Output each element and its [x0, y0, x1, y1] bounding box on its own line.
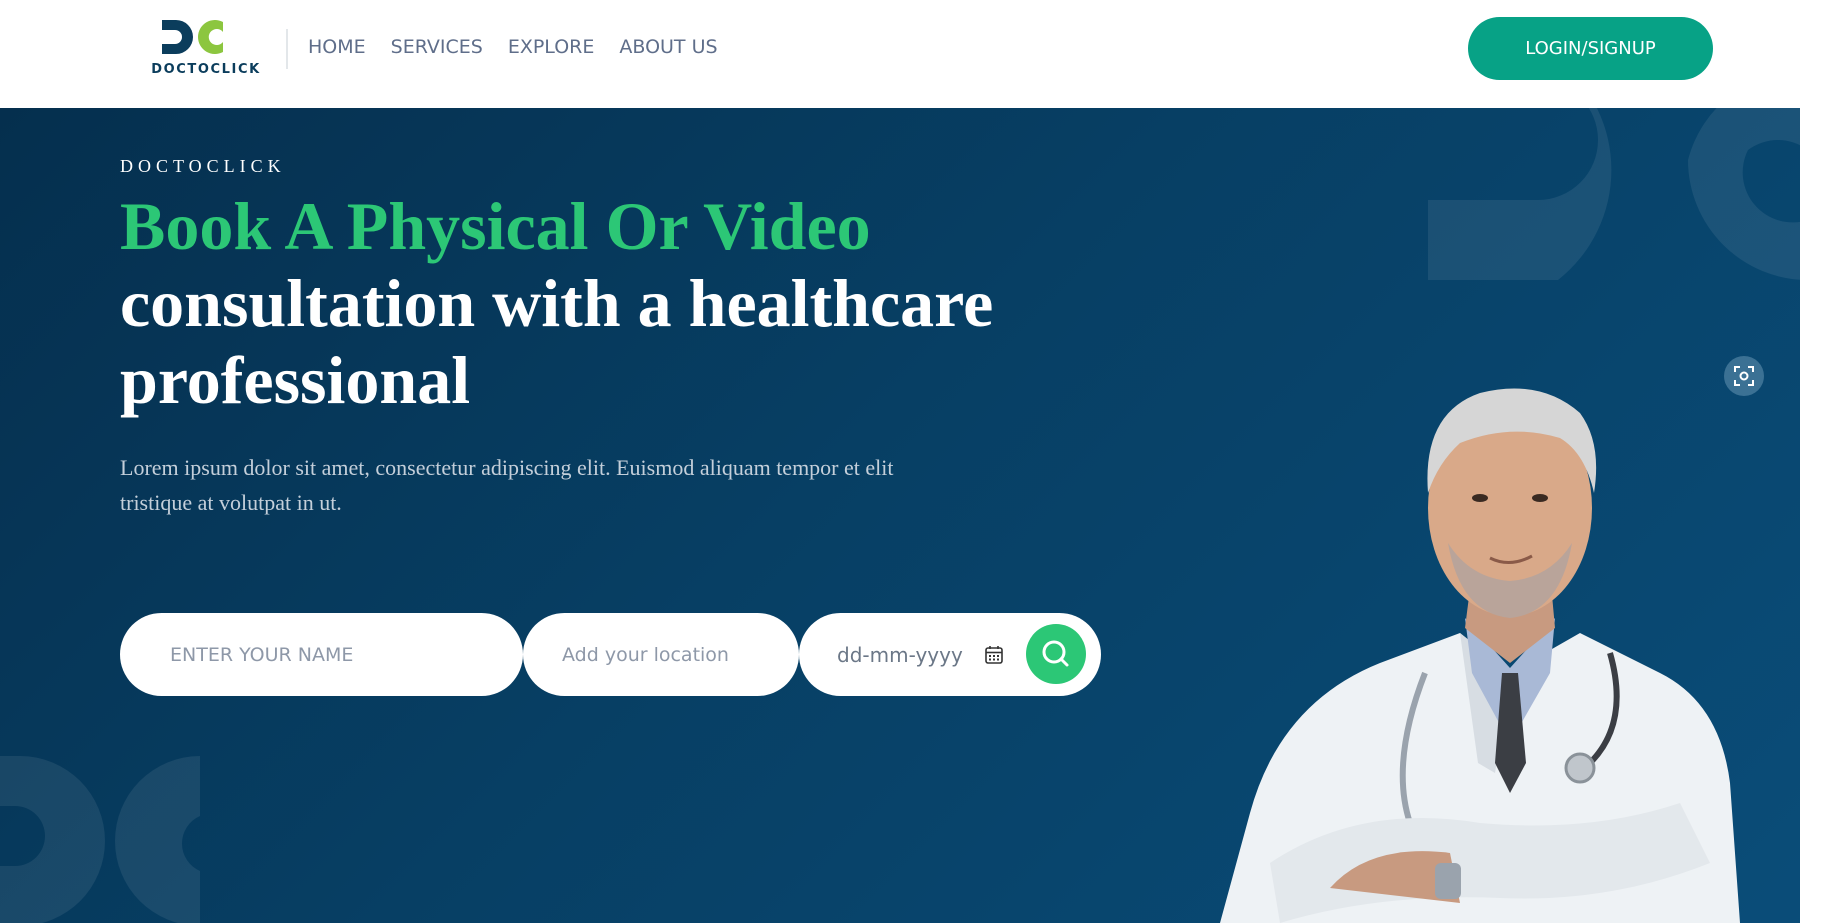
headline-white: consultation with a healthcare professio… [120, 265, 994, 418]
main-nav: HOME SERVICES EXPLORE ABOUT US [308, 36, 718, 58]
doctor-photo [1220, 388, 1740, 923]
location-field-wrapper [523, 613, 799, 696]
name-input[interactable] [168, 642, 523, 667]
hero-edge-strip [1800, 108, 1840, 923]
nav-link-home[interactable]: HOME [308, 36, 366, 58]
location-input[interactable] [560, 642, 799, 667]
calendar-icon[interactable] [984, 645, 1004, 665]
watermark-dc-icon [1428, 108, 1808, 280]
hero-eyebrow: DOCTOCLICK [120, 156, 286, 176]
logo-mark-icon [162, 20, 223, 54]
date-field-wrapper: dd-mm-yyyy [799, 613, 1101, 696]
nav-link-explore[interactable]: EXPLORE [508, 36, 595, 58]
hero-description: Lorem ipsum dolor sit amet, consectetur … [120, 455, 894, 515]
search-icon [1042, 640, 1069, 667]
login-signup-button[interactable]: LOGIN/SIGNUP [1468, 17, 1713, 80]
nav-divider [286, 29, 288, 69]
nav-link-services[interactable]: SERVICES [391, 36, 483, 58]
nav-link-about-us[interactable]: ABOUT US [619, 36, 717, 58]
hero-headline: Book A Physical Or Video consultation wi… [120, 188, 1120, 419]
search-button[interactable] [1026, 624, 1086, 684]
name-field-wrapper [120, 613, 523, 696]
headline-green: Book A Physical Or Video [120, 188, 871, 264]
date-input[interactable]: dd-mm-yyyy [837, 643, 963, 667]
watermark-dc-bottom-icon [0, 756, 200, 923]
top-navbar: DOCTOCLICK HOME SERVICES EXPLORE ABOUT U… [0, 0, 1840, 108]
brand-logo[interactable]: DOCTOCLICK [150, 18, 262, 80]
logo-wordmark: DOCTOCLICK [151, 62, 261, 77]
hero-section: DOCTOCLICK Book A Physical Or Video cons… [0, 108, 1840, 923]
